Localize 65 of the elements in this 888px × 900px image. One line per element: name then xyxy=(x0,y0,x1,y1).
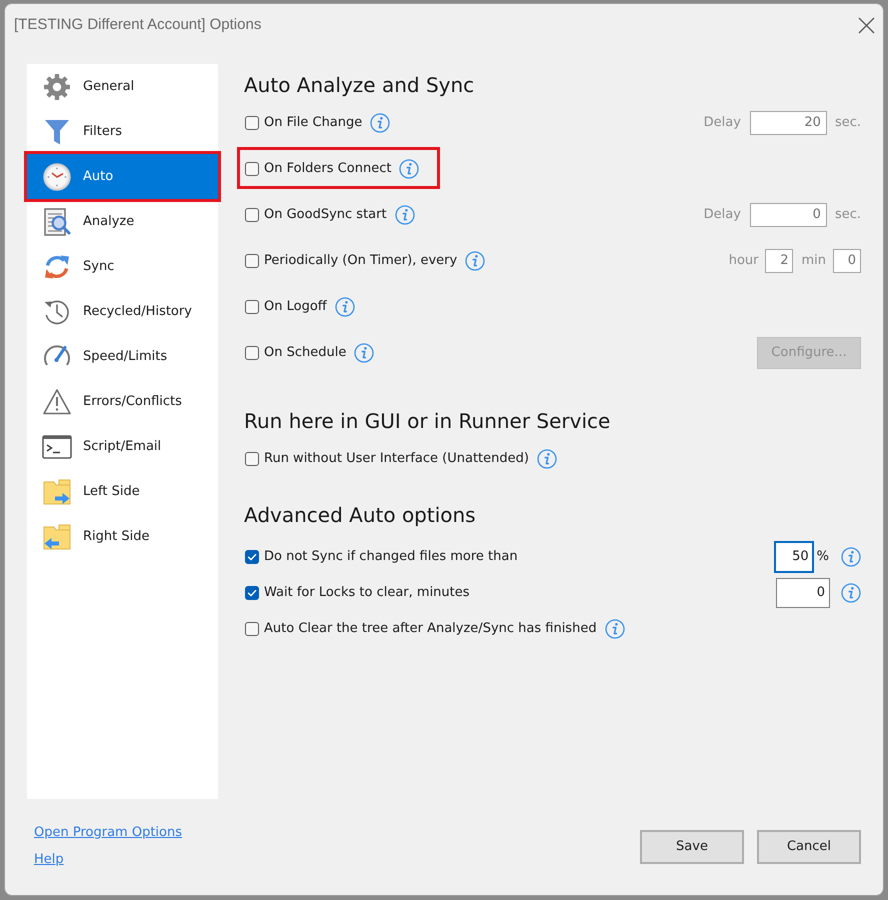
option-label[interactable]: On Logoff xyxy=(264,297,327,317)
field-label: Delay xyxy=(704,114,741,132)
field-label: min xyxy=(801,252,826,270)
sidebar-item[interactable]: Auto xyxy=(27,154,218,199)
option-label[interactable]: Do not Sync if changed files more than xyxy=(264,547,518,567)
checkbox[interactable] xyxy=(245,346,259,360)
option-label[interactable]: Periodically (On Timer), every xyxy=(264,251,458,271)
field-label: hour xyxy=(728,252,758,270)
warning-icon xyxy=(42,386,72,416)
sidebar-item[interactable]: Left Side xyxy=(27,469,218,514)
window-title: [TESTING Different Account] Options xyxy=(14,14,262,35)
sidebar-item[interactable]: Script/Email xyxy=(27,424,218,469)
sidebar-item[interactable]: Errors/Conflicts xyxy=(27,379,218,424)
field-label: Delay xyxy=(704,206,741,224)
info-icon[interactable] xyxy=(394,205,415,225)
footer-link[interactable]: Help xyxy=(34,852,64,868)
info-icon[interactable] xyxy=(370,113,390,133)
info-icon[interactable] xyxy=(604,619,625,639)
info-icon[interactable] xyxy=(841,547,861,567)
option-label[interactable]: Run without User Interface (Unattended) xyxy=(264,449,529,469)
unit-label: sec. xyxy=(834,114,861,132)
option-label[interactable]: On Schedule xyxy=(264,343,346,363)
checkbox[interactable] xyxy=(245,208,259,222)
document-search-icon xyxy=(42,206,72,236)
option-label[interactable]: Wait for Locks to clear, minutes xyxy=(264,583,470,603)
info-icon[interactable] xyxy=(841,583,861,603)
sidebar-item[interactable]: Recycled/History xyxy=(27,289,218,334)
sidebar-item[interactable]: General xyxy=(27,64,218,109)
option-label[interactable]: On GoodSync start xyxy=(264,205,387,225)
checkbox[interactable] xyxy=(245,162,259,176)
sidebar-item[interactable]: Right Side xyxy=(27,514,218,559)
option-label[interactable]: On Folders Connect xyxy=(264,159,392,179)
sidebar-item[interactable]: Sync xyxy=(27,244,218,289)
folder-right-arrow-icon xyxy=(42,476,72,506)
checkbox[interactable] xyxy=(245,550,259,564)
option-label[interactable]: On File Change xyxy=(264,113,362,133)
checkbox[interactable] xyxy=(245,586,259,600)
info-icon[interactable] xyxy=(334,297,355,317)
checkbox[interactable] xyxy=(245,452,259,466)
number-field[interactable]: 0 xyxy=(776,578,830,608)
sidebar-item[interactable]: Filters xyxy=(27,109,218,154)
info-icon[interactable] xyxy=(465,251,486,271)
folder-left-arrow-icon xyxy=(42,522,72,552)
info-icon[interactable] xyxy=(354,343,374,363)
unit-label: % xyxy=(816,548,829,566)
info-icon[interactable] xyxy=(536,449,557,469)
clock-icon xyxy=(42,162,72,192)
unit-label: sec. xyxy=(834,206,861,224)
option-label[interactable]: Auto Clear the tree after Analyze/Sync has finished xyxy=(264,619,597,639)
sidebar-item[interactable]: Analyze xyxy=(27,199,218,244)
cancel-button[interactable]: Cancel xyxy=(757,830,861,864)
info-icon[interactable] xyxy=(399,159,420,179)
section-heading: Run here in GUI or in Runner Service xyxy=(244,408,612,434)
gear-icon xyxy=(42,72,72,102)
checkbox[interactable] xyxy=(245,254,259,268)
section-heading: Advanced Auto options xyxy=(244,502,477,528)
sidebar-item[interactable]: Speed/Limits xyxy=(27,334,218,379)
close-icon[interactable] xyxy=(858,16,875,34)
section-heading: Auto Analyze and Sync xyxy=(244,72,476,98)
checkbox[interactable] xyxy=(245,116,259,130)
save-button[interactable]: Save xyxy=(640,830,744,864)
checkbox[interactable] xyxy=(245,300,259,314)
footer-link[interactable]: Open Program Options xyxy=(34,825,182,841)
checkbox[interactable] xyxy=(245,622,259,636)
percent-field[interactable]: 50 xyxy=(774,541,814,573)
